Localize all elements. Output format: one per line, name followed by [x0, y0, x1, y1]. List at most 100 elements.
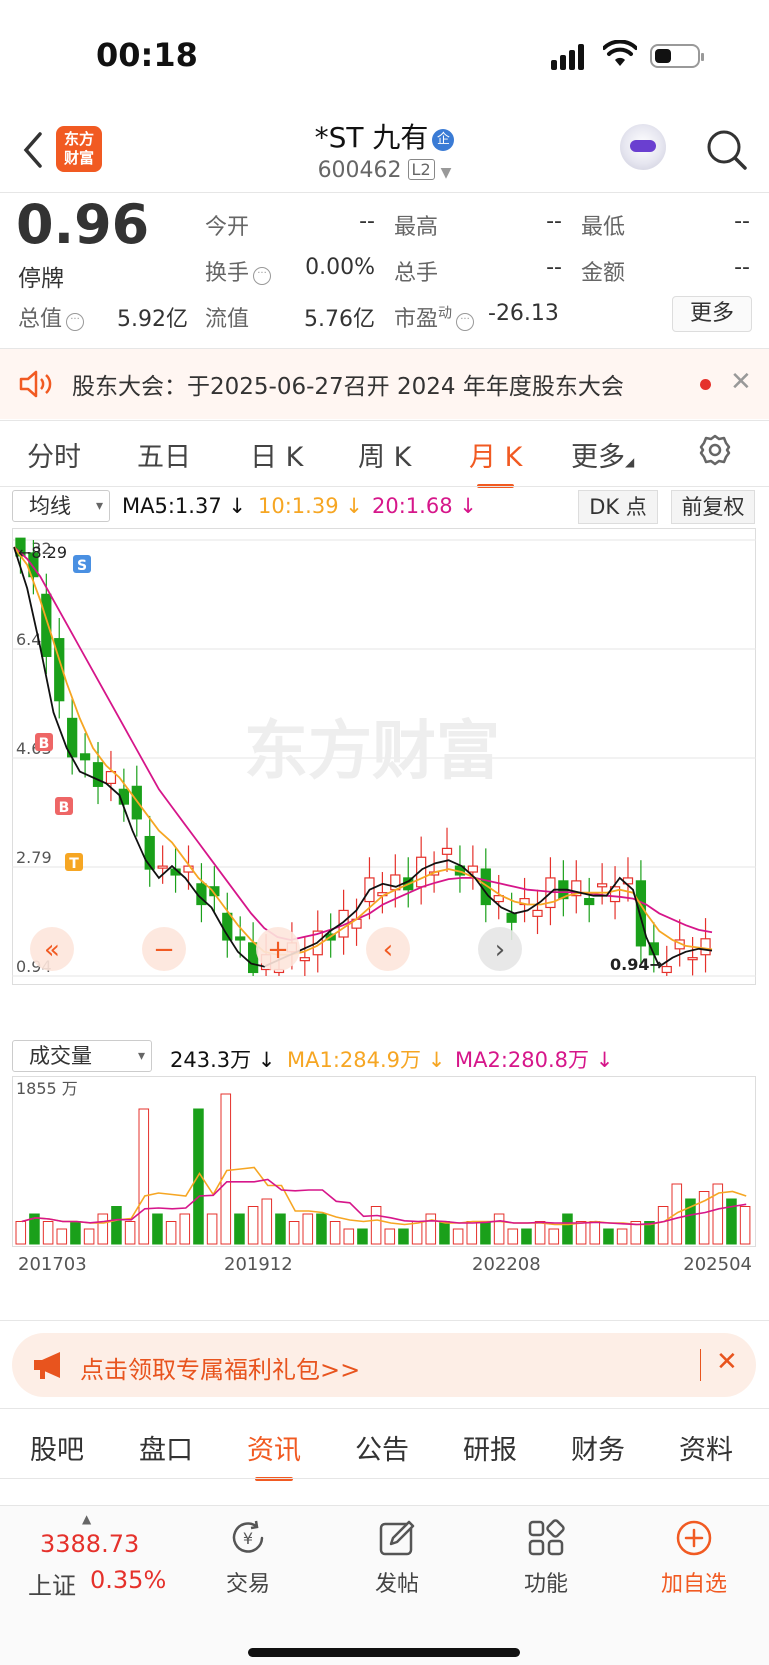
low-marker: 0.94→ — [610, 955, 663, 974]
info-icon[interactable]: ··· — [456, 313, 475, 331]
tab-weekly-k[interactable]: 周 K — [358, 435, 411, 474]
wifi-icon — [603, 40, 637, 66]
search-icon[interactable] — [705, 128, 749, 172]
post-button[interactable]: 发帖 — [357, 1518, 437, 1598]
kline-chart[interactable]: 8.326.484.632.790.94东方财富←8.290.94→SBBT« −… — [12, 528, 756, 1036]
volume-bar — [124, 1221, 136, 1245]
close-icon[interactable]: ✕ — [716, 1347, 738, 1377]
dk-point-button[interactable]: DK 点 — [578, 490, 658, 524]
notice-bar[interactable]: 股东大会：于2025-06-27召开 2024 年年度股东大会 ✕ — [0, 349, 769, 419]
high-marker: ←8.29 — [18, 543, 67, 562]
tab-intraday[interactable]: 分时 — [27, 435, 81, 474]
tab-more[interactable]: 更多◢ — [571, 435, 634, 474]
low-value: -- — [734, 209, 750, 234]
stock-name: *ST 九有 — [314, 121, 429, 154]
tab-research[interactable]: 研报 — [463, 1428, 517, 1467]
assistant-robot-icon[interactable] — [620, 124, 666, 170]
volume-bar — [302, 1213, 314, 1245]
volume-bar — [521, 1228, 532, 1245]
notice-text: 股东大会：于2025-06-27召开 2024 年年度股东大会 — [72, 374, 624, 400]
volume-bar — [589, 1221, 601, 1245]
expand-icon[interactable]: ▲ — [82, 1512, 91, 1526]
volume-bar — [493, 1213, 505, 1245]
ma-indicator-row: 均线 MA5:1.37 ↓ 10:1.39 ↓ 20:1.68 ↓ DK 点 前… — [0, 490, 769, 526]
period-tabs: 分时 五日 日 K 周 K 月 K 更多◢ — [0, 425, 769, 488]
tab-announcements[interactable]: 公告 — [355, 1428, 409, 1467]
quote-panel: 0.96 停牌 今开 -- 最高 -- 最低 -- 换手 ··· 0.00% 总手… — [0, 193, 769, 348]
candle-body — [467, 865, 478, 873]
index-change[interactable]: 0.35% — [90, 1566, 166, 1594]
bottom-bar: ▲ 3388.73 上证 0.35% ¥ 交易 发帖 功能 加自选 — [0, 1505, 769, 1665]
status-bar: 00:18 — [0, 0, 769, 110]
ma20-value: 20:1.68 ↓ — [372, 494, 477, 518]
function-button[interactable]: 功能 — [506, 1518, 586, 1598]
tab-finance[interactable]: 财务 — [571, 1428, 625, 1467]
volume-indicator-row: 成交量 243.3万 ↓ MA1:284.9万 ↓ MA2:280.8万 ↓ — [0, 1040, 769, 1074]
promo-text: 点击领取专属福利礼包>> — [80, 1356, 361, 1384]
tab-forum[interactable]: 股吧 — [30, 1428, 84, 1467]
candle-body — [635, 880, 647, 947]
volume-ma2-line — [21, 1178, 747, 1226]
tab-orderbook[interactable]: 盘口 — [139, 1428, 193, 1467]
candle-body — [131, 785, 142, 820]
info-icon[interactable]: ··· — [253, 267, 272, 285]
volume-bar — [97, 1213, 109, 1245]
candle-body — [41, 593, 52, 657]
tab-profile[interactable]: 资料 — [679, 1428, 733, 1467]
dropdown-icon: ▼ — [440, 165, 452, 181]
volume-bar — [247, 1206, 259, 1245]
x-tick-label: 201912 — [224, 1254, 293, 1275]
volume-bar — [657, 1206, 669, 1245]
volume-bar — [507, 1228, 519, 1245]
high-value: -- — [546, 209, 562, 234]
add-watchlist-button[interactable]: 加自选 — [654, 1518, 734, 1598]
app-header: 东方 财富 *ST 九有企 600462 L2 ▼ — [0, 110, 769, 192]
info-icon[interactable]: ··· — [66, 313, 85, 331]
close-icon[interactable]: ✕ — [730, 367, 752, 397]
indicator-select[interactable]: 均线 — [12, 490, 110, 522]
mktcap-label: 总值 ··· — [18, 301, 85, 333]
turnover-label: 换手 ··· — [205, 255, 272, 287]
amount-label: 金额 — [581, 261, 626, 286]
tab-monthly-k[interactable]: 月 K — [469, 435, 522, 488]
volume-ma2: MA2:280.8万 ↓ — [455, 1048, 614, 1072]
index-name[interactable]: 上证 — [28, 1566, 76, 1601]
volume-select[interactable]: 成交量 — [12, 1040, 152, 1072]
tab-news[interactable]: 资讯 — [247, 1428, 301, 1481]
yuan-exchange-icon: ¥ — [232, 1520, 264, 1553]
signal-icon — [551, 42, 591, 70]
trade-button[interactable]: ¥ 交易 — [208, 1518, 288, 1598]
scroll-left-fast-button-glyph: « — [44, 935, 60, 965]
index-value[interactable]: 3388.73 — [40, 1530, 139, 1558]
volume-label: 总手 — [394, 261, 439, 286]
volume-bar — [275, 1213, 286, 1245]
amount-value: -- — [734, 255, 750, 280]
volume-chart[interactable]: 1855 万 201703 201912 202208 202504 — [12, 1076, 756, 1276]
volume-max-label: 1855 万 — [16, 1079, 78, 1098]
signal-marker-label: T — [69, 856, 79, 872]
gear-icon[interactable] — [698, 433, 732, 467]
tab-five-day[interactable]: 五日 — [137, 435, 191, 474]
add-watchlist-label: 加自选 — [660, 1572, 727, 1597]
volume-bar — [220, 1093, 232, 1245]
x-tick-label: 202208 — [472, 1254, 541, 1275]
scroll-right-button-glyph: › — [495, 935, 505, 965]
trade-label: 交易 — [225, 1572, 270, 1597]
pe-value: -26.13 — [488, 301, 559, 326]
volume-bar — [739, 1206, 751, 1245]
candle-body — [700, 938, 711, 956]
tab-daily-k[interactable]: 日 K — [250, 435, 303, 474]
more-quote-button[interactable]: 更多 — [672, 296, 752, 332]
volume-bar — [138, 1108, 150, 1245]
candle-body — [661, 965, 672, 974]
clock: 00:18 — [96, 36, 198, 74]
unread-dot — [700, 379, 711, 390]
volume-bar — [42, 1221, 54, 1245]
adjust-button[interactable]: 前复权 — [671, 490, 755, 524]
volume-bar — [329, 1221, 341, 1245]
volume-bar — [439, 1221, 450, 1245]
divider — [0, 1478, 769, 1479]
grid-icon — [528, 1519, 565, 1556]
promo-banner[interactable]: 点击领取专属福利礼包>> ✕ — [12, 1333, 756, 1397]
divider — [0, 1320, 769, 1321]
